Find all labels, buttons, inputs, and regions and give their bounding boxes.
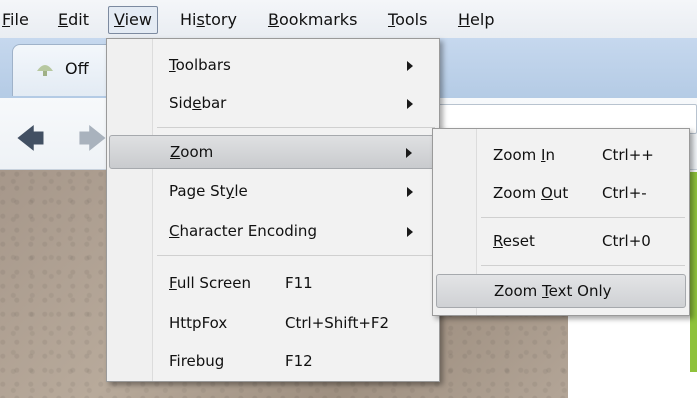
- menu-tools[interactable]: Tools: [388, 8, 427, 32]
- menu-item-full-screen[interactable]: Full Screen F11: [109, 267, 437, 301]
- shortcut-label: Ctrl+Shift+F2: [285, 314, 390, 332]
- menu-item-firebug[interactable]: Firebug F12: [109, 345, 437, 379]
- submenu-item-zoom-text-only[interactable]: Zoom Text Only: [436, 274, 686, 308]
- submenu-separator: [481, 217, 685, 218]
- menu-separator: [157, 255, 435, 256]
- menu-bookmarks[interactable]: Bookmarks: [268, 8, 357, 32]
- menu-item-page-style[interactable]: Page Style: [109, 175, 437, 209]
- menu-item-character-encoding[interactable]: Character Encoding: [109, 215, 437, 249]
- menu-file[interactable]: File: [2, 8, 29, 32]
- menu-history[interactable]: History: [180, 8, 237, 32]
- menu-item-sidebar[interactable]: Sidebar: [109, 87, 437, 121]
- chevron-right-icon: [407, 227, 413, 237]
- menu-item-zoom[interactable]: Zoom: [109, 135, 437, 169]
- shortcut-label: F11: [285, 274, 313, 292]
- submenu-item-reset[interactable]: Reset Ctrl+0: [436, 225, 686, 259]
- tab-title: Off: [65, 59, 89, 78]
- zoom-submenu: Zoom In Ctrl++ Zoom Out Ctrl+- Reset Ctr…: [432, 128, 690, 316]
- shortcut-label: F12: [285, 352, 313, 370]
- menu-bar: File Edit View History Bookmarks Tools H…: [0, 0, 697, 38]
- menu-item-httpfox[interactable]: HttpFox Ctrl+Shift+F2: [109, 307, 437, 341]
- menu-separator: [157, 127, 435, 128]
- back-arrow-icon[interactable]: 🡄: [16, 118, 45, 166]
- submenu-separator: [481, 265, 685, 266]
- chevron-right-icon: [407, 99, 413, 109]
- menu-edit[interactable]: Edit: [58, 8, 89, 32]
- view-menu-dropdown: Toolbars Sidebar Zoom Page Style Charact…: [106, 38, 440, 382]
- menu-item-toolbars[interactable]: Toolbars: [109, 49, 437, 83]
- chevron-right-icon: [407, 187, 413, 197]
- submenu-item-zoom-in[interactable]: Zoom In Ctrl++: [436, 139, 686, 173]
- menu-view[interactable]: View: [108, 6, 158, 34]
- page-accent-strip: [690, 172, 697, 372]
- shortcut-label: Ctrl++: [602, 146, 654, 164]
- shortcut-label: Ctrl+-: [602, 184, 647, 202]
- submenu-item-zoom-out[interactable]: Zoom Out Ctrl+-: [436, 177, 686, 211]
- favicon-icon: [37, 65, 53, 76]
- menu-help[interactable]: Help: [458, 8, 494, 32]
- shortcut-label: Ctrl+0: [602, 232, 651, 250]
- chevron-right-icon: [406, 148, 412, 158]
- chevron-right-icon: [407, 61, 413, 71]
- forward-arrow-icon[interactable]: 🡆: [78, 118, 107, 166]
